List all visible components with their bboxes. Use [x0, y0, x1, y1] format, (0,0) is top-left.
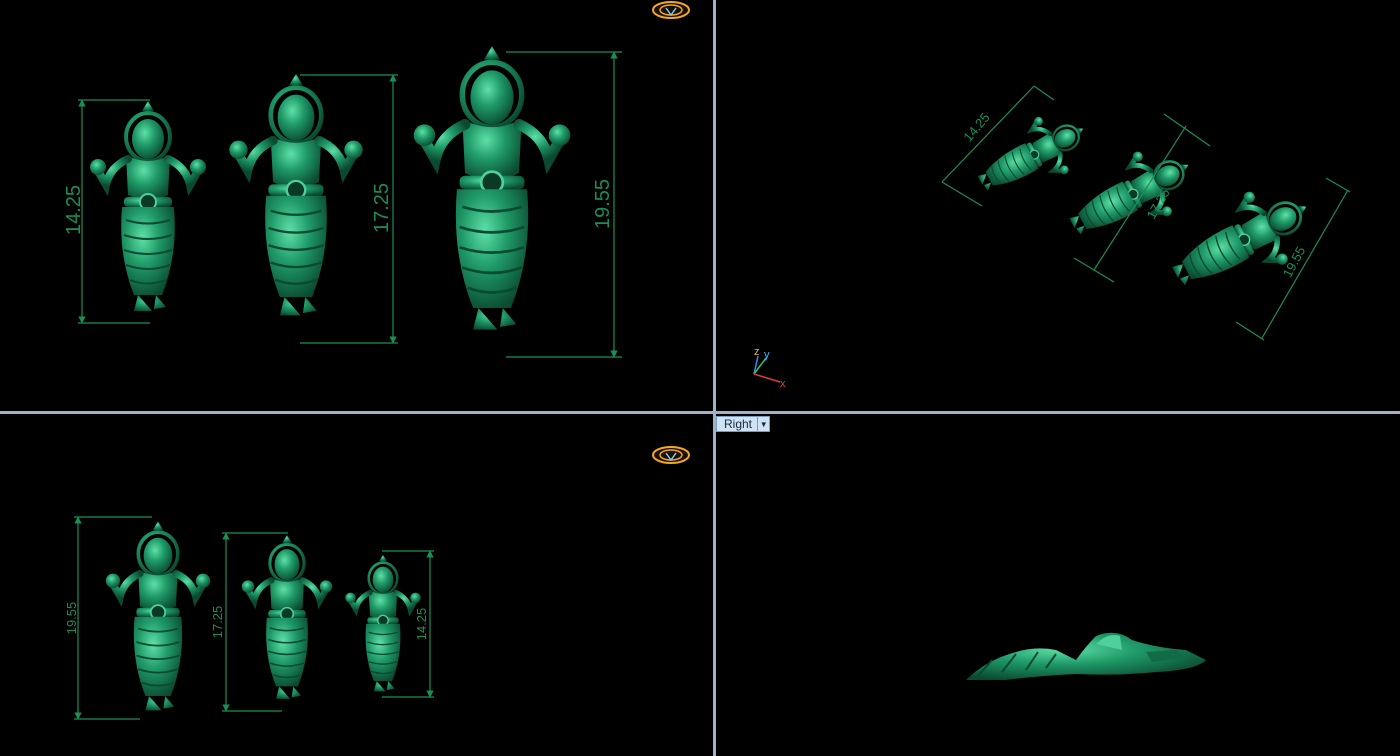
dimension-label: 19.55 [64, 602, 79, 635]
viewport-bottom-left[interactable]: 19.55 17.25 14.25 [0, 414, 713, 756]
figure-model-medium[interactable] [242, 535, 332, 699]
figure-models-side-view[interactable] [966, 632, 1206, 680]
logo-icon[interactable] [652, 1, 690, 19]
figure-model-medium[interactable] [229, 74, 362, 316]
figure-model-small[interactable] [345, 555, 420, 692]
axis-label-z: z [754, 346, 760, 358]
dimension-label: 14.25 [414, 608, 429, 641]
figure-model-large[interactable] [106, 521, 210, 710]
view-selector[interactable]: Right ▼ [716, 416, 770, 432]
dimension-label: 14.25 [960, 110, 992, 145]
axis-label-x: x [780, 378, 786, 390]
chevron-down-icon[interactable]: ▼ [757, 417, 769, 431]
figure-model-large[interactable] [1158, 171, 1326, 312]
figure-model-large[interactable] [414, 46, 571, 330]
dimension-label: 17.25 [210, 606, 225, 639]
viewport-top-right[interactable]: 14.25 17.25 19.55 z y x [716, 0, 1400, 411]
dimension-label: 19.55 [592, 179, 614, 229]
viewport-top-left[interactable]: 14.25 17.25 19.55 [0, 0, 713, 411]
dimension-label: 17.25 [371, 183, 393, 233]
axis-gizmo: z y x [753, 346, 786, 390]
axis-label-y: y [764, 349, 770, 361]
figure-model-small[interactable] [90, 101, 206, 311]
viewport-bottom-right[interactable] [716, 414, 1400, 756]
dimension-label: 14.25 [63, 185, 85, 235]
figure-model-medium[interactable] [1057, 133, 1206, 258]
view-name-label: Right [724, 417, 753, 431]
logo-icon[interactable] [652, 446, 690, 464]
